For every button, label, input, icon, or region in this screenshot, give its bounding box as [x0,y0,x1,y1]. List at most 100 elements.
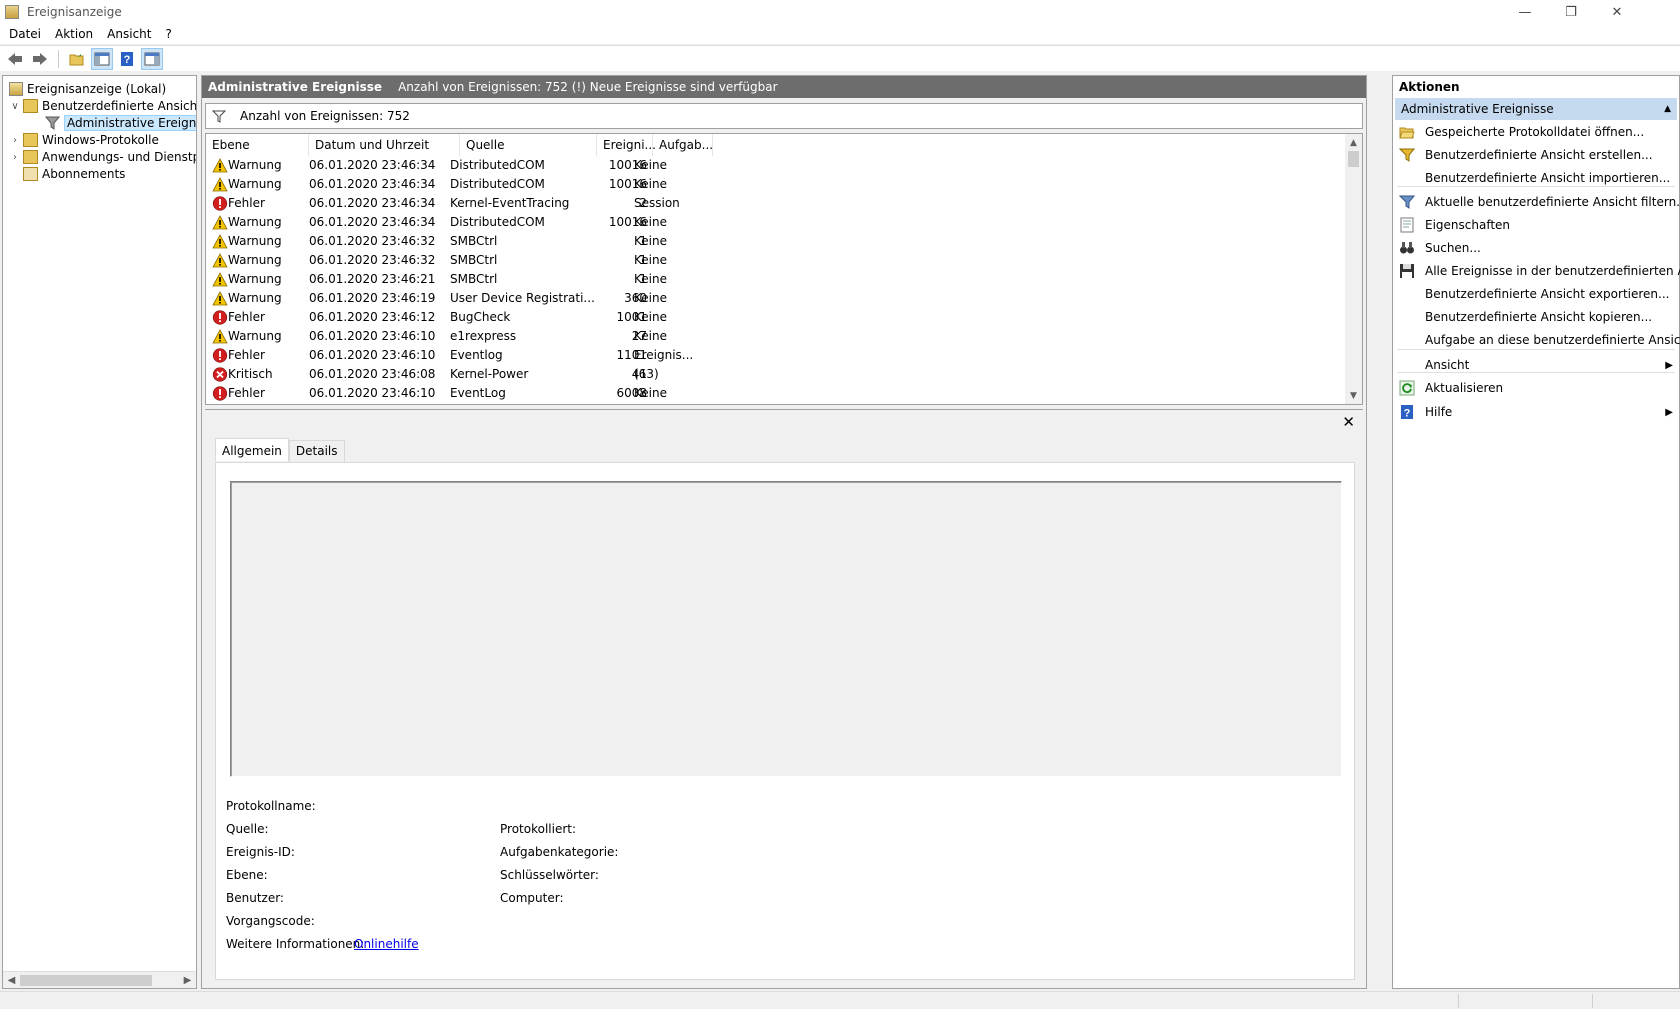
expand-chevron-icon[interactable]: › [9,135,21,146]
cell-level: Fehler [228,310,265,324]
tree-windows-logs[interactable]: › Windows-Protokolle [9,131,159,149]
submenu-arrow-icon: ▶ [1665,406,1673,418]
action-aktualisieren[interactable]: Aktualisieren [1395,376,1677,400]
scroll-right-icon[interactable]: ▶ [179,972,196,988]
center-header-info[interactable]: Anzahl von Ereignissen: 752 (!) Neue Ere… [398,80,777,94]
table-row[interactable]: Warnung 06.01.2020 23:46:34 DistributedCOM… [206,175,1336,194]
tab-details[interactable]: Details [288,440,345,462]
expand-chevron-icon[interactable]: › [9,152,21,163]
scroll-left-icon[interactable]: ◀ [3,972,20,988]
table-row[interactable]: Kritisch 06.01.2020 23:46:08 Kernel-Power 4… [206,365,1336,384]
event-viewer-icon [9,82,23,96]
action-label: Gespeicherte Protokolldatei öffnen... [1425,125,1645,139]
cell-level: Fehler [228,348,265,362]
menu-aktion[interactable]: Aktion [50,27,102,41]
action-label: Aktualisieren [1425,381,1504,395]
blank-icon [1399,286,1415,302]
action-eigenschaften[interactable]: Eigenschaften [1395,213,1677,237]
actions-section-label: Administrative Ereignisse [1401,102,1554,116]
cell-level: Fehler [228,196,265,210]
table-row[interactable]: Warnung 06.01.2020 23:46:32 SMBCtrl 1 Keine [206,232,1336,251]
folder-icon [23,99,38,113]
table-row[interactable]: Fehler 06.01.2020 23:46:10 EventLog 6008 Kei… [206,384,1336,403]
cell-datetime: 06.01.2020 23:46:08 [309,367,436,381]
warning-icon [206,251,228,270]
restore-button[interactable]: ❐ [1548,0,1594,24]
table-row[interactable]: Warnung 06.01.2020 23:46:34 DistributedCOM… [206,213,1336,232]
help-icon: ? [121,51,133,66]
label-level: Ebene: [226,868,268,882]
table-row[interactable]: Fehler 06.01.2020 23:46:34 Kernel-EventTra… [206,194,1336,213]
menu-datei[interactable]: Datei [4,27,50,41]
action-gespeicherte-protokolldatei-öffnen[interactable]: Gespeicherte Protokolldatei öffnen... [1395,120,1677,144]
label-keywords: Schlüsselwörter: [500,868,599,882]
help-button[interactable]: ? [116,48,138,70]
close-button[interactable]: ✕ [1594,0,1640,24]
action-benutzerdefinierte-ansicht-exportieren[interactable]: Benutzerdefinierte Ansicht exportieren..… [1395,282,1677,306]
column-level[interactable]: Ebene [206,134,309,156]
show-hide-tree-button[interactable] [91,47,113,70]
tree-admin-events[interactable]: Administrative Ereignisse [43,114,196,132]
action-benutzerdefinierte-ansicht-kopieren[interactable]: Benutzerdefinierte Ansicht kopieren... [1395,305,1677,329]
scroll-thumb[interactable] [1348,151,1359,167]
table-row[interactable]: Warnung 06.01.2020 23:46:32 SMBCtrl 1 Keine [206,251,1336,270]
tree-custom-views-label: Benutzerdefinierte Ansichten [42,99,197,113]
action-hilfe[interactable]: ? Hilfe ▶ [1395,400,1677,424]
error-icon [206,308,228,327]
actions-section-header[interactable]: Administrative Ereignisse ▲ [1395,98,1677,120]
table-row[interactable]: Warnung 06.01.2020 23:46:21 SMBCtrl 1 Keine [206,270,1336,289]
event-description-box[interactable] [230,481,1342,777]
cell-task: Keine [634,329,667,343]
action-label: Ansicht [1425,358,1470,372]
action-ansicht[interactable]: Ansicht ▶ [1395,353,1677,377]
minimize-button[interactable]: — [1502,0,1548,24]
action-benutzerdefinierte-ansicht-erstellen[interactable]: Benutzerdefinierte Ansicht erstellen... [1395,143,1677,167]
show-hide-actions-button[interactable] [141,47,163,70]
cell-datetime: 06.01.2020 23:46:19 [309,291,436,305]
action-aufgabe-an-diese-benutzerdefinierte-ansi[interactable]: Aufgabe an diese benutzerdefinierte Ansi… [1395,328,1680,352]
table-row[interactable]: Warnung 06.01.2020 23:46:34 DistributedCOM… [206,156,1336,175]
forward-button[interactable] [29,48,51,70]
tab-general[interactable]: Allgemein [215,438,289,461]
action-label: Aktuelle benutzerdefinierte Ansicht filt… [1425,195,1680,209]
online-help-link[interactable]: Onlinehilfe [354,937,419,951]
menu-help[interactable]: ? [160,27,180,41]
table-vertical-scrollbar[interactable]: ▲ ▼ [1345,134,1362,404]
up-folder-button[interactable] [66,48,88,70]
action-aktuelle-benutzerdefinierte-ansicht-filt[interactable]: Aktuelle benutzerdefinierte Ansicht filt… [1395,190,1680,214]
action-alle-ereignisse-in-der-benutzerdefiniert[interactable]: Alle Ereignisse in der benutzerdefiniert… [1395,259,1680,283]
cell-task: Keine [634,310,667,324]
column-datetime[interactable]: Datum und Uhrzeit [309,134,460,156]
submenu-arrow-icon: ▶ [1665,359,1673,371]
table-row[interactable]: Warnung 06.01.2020 23:46:10 e1rexpress 27 Ke… [206,327,1336,346]
cell-datetime: 06.01.2020 23:46:32 [309,234,436,248]
column-task[interactable]: Aufgab... [653,134,713,156]
tree-subscriptions[interactable]: Abonnements [21,165,125,183]
collapse-up-icon[interactable]: ▲ [1664,98,1671,120]
menu-ansicht[interactable]: Ansicht [102,27,160,41]
column-event-id[interactable]: Ereigni... [597,134,656,156]
tree-custom-views[interactable]: ∨ Benutzerdefinierte Ansichten [9,97,197,115]
tree-app-service-logs[interactable]: › Anwendungs- und Dienstprotokolle [9,148,196,166]
cell-source: DistributedCOM [450,158,545,172]
subscriptions-icon [23,167,38,181]
tree-horizontal-scrollbar[interactable]: ◀ ▶ [3,971,196,988]
collapse-chevron-icon[interactable]: ∨ [9,101,21,112]
filter-icon [212,110,226,123]
events-table: Ebene Datum und Uhrzeit Quelle Ereigni..… [205,133,1363,405]
scroll-thumb[interactable] [20,975,152,986]
close-detail-icon[interactable]: ✕ [1342,413,1355,431]
action-suchen[interactable]: Suchen... [1395,236,1677,260]
cell-task: Keine [634,386,667,400]
scroll-down-icon[interactable]: ▼ [1345,387,1362,404]
table-row[interactable]: Fehler 06.01.2020 23:46:12 BugCheck 1001 Kei… [206,308,1336,327]
back-button[interactable] [4,48,26,70]
action-benutzerdefinierte-ansicht-importieren[interactable]: Benutzerdefinierte Ansicht importieren..… [1395,166,1677,190]
tree-root[interactable]: Ereignisanzeige (Lokal) [5,80,166,98]
cell-task: Session [634,196,680,210]
column-source[interactable]: Quelle [460,134,597,156]
cell-source: Kernel-EventTracing [450,196,570,210]
scroll-up-icon[interactable]: ▲ [1345,134,1362,151]
table-row[interactable]: Fehler 06.01.2020 23:46:10 Eventlog 1101 Ere… [206,346,1336,365]
table-row[interactable]: Warnung 06.01.2020 23:46:19 User Device Re… [206,289,1336,308]
